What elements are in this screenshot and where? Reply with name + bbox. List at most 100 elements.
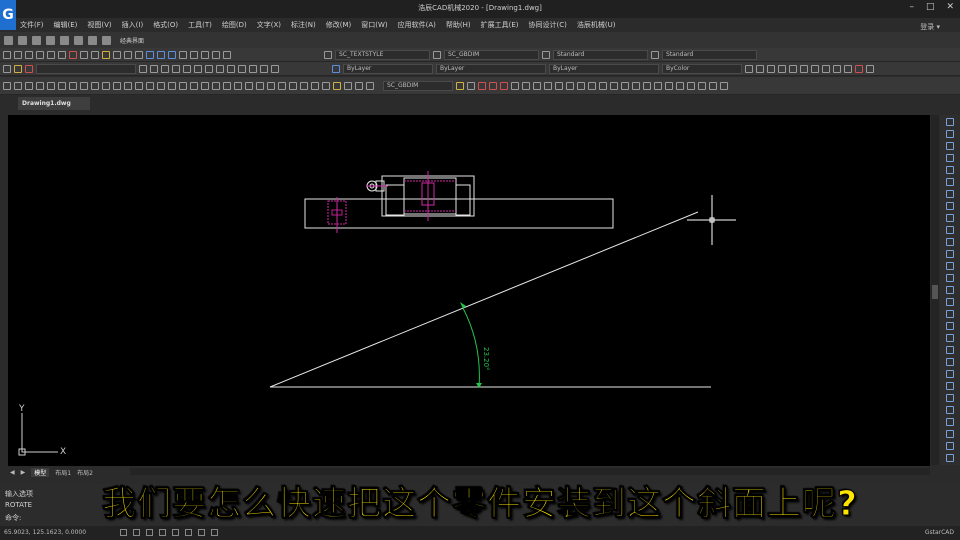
move-icon[interactable]: [522, 81, 530, 90]
modify-move-icon[interactable]: [946, 418, 954, 426]
modify-rotate-icon[interactable]: [946, 430, 954, 438]
ellipse-icon[interactable]: [102, 81, 110, 90]
scale-icon[interactable]: [544, 81, 552, 90]
massprop-icon[interactable]: [767, 64, 775, 73]
save-icon[interactable]: [25, 50, 33, 59]
copy-icon[interactable]: [80, 50, 88, 59]
modify-circle-icon[interactable]: [946, 190, 954, 198]
modify-rect-icon[interactable]: [946, 166, 954, 174]
revision-cloud-icon[interactable]: [80, 81, 88, 90]
zoom-previous-icon[interactable]: [168, 50, 176, 59]
chamfer-icon[interactable]: [610, 81, 618, 90]
layer-lock-icon[interactable]: [194, 64, 202, 73]
snap-midpoint-icon[interactable]: [654, 81, 662, 90]
menu-help[interactable]: 帮助(H): [446, 18, 471, 32]
modify-xline-icon[interactable]: [946, 130, 954, 138]
layer-previous-icon[interactable]: [150, 64, 158, 73]
modify-polygon-icon[interactable]: [946, 154, 954, 162]
rotate-icon[interactable]: [533, 81, 541, 90]
area-icon[interactable]: [756, 64, 764, 73]
calculator-icon[interactable]: [212, 50, 220, 59]
continue-icon[interactable]: [311, 81, 319, 90]
linetype-combo[interactable]: ByLayer: [436, 63, 546, 74]
break-icon[interactable]: [588, 81, 596, 90]
ordinate-icon[interactable]: [234, 81, 242, 90]
open-icon[interactable]: [14, 50, 22, 59]
paste-icon[interactable]: [91, 50, 99, 59]
pan-icon[interactable]: [135, 50, 143, 59]
polyline-icon[interactable]: [25, 81, 33, 90]
snap-endpoint-icon[interactable]: [643, 81, 651, 90]
save-as-icon[interactable]: [46, 35, 55, 45]
ortho-toggle-icon[interactable]: [146, 529, 153, 536]
minimize-icon[interactable]: –: [909, 2, 914, 12]
menu-file[interactable]: 文件(F): [20, 18, 44, 32]
dist-icon[interactable]: [745, 64, 753, 73]
modify-line-icon[interactable]: [946, 118, 954, 126]
layer-combo[interactable]: [36, 63, 136, 74]
layer-walk-icon[interactable]: [205, 64, 213, 73]
menu-dimension[interactable]: 标注(N): [291, 18, 316, 32]
polar-toggle-icon[interactable]: [159, 529, 166, 536]
undo-icon[interactable]: [113, 50, 121, 59]
modify-text-icon[interactable]: [946, 346, 954, 354]
model-toggle-icon[interactable]: [211, 529, 218, 536]
construction-line-icon[interactable]: [14, 81, 22, 90]
layer-manager-icon[interactable]: [3, 64, 11, 73]
aligned-dim-icon[interactable]: [212, 81, 220, 90]
text-style-combo[interactable]: SC_TEXTSTYLE: [335, 49, 430, 60]
angular-icon[interactable]: [278, 81, 286, 90]
layer-state-icon[interactable]: [14, 64, 22, 73]
zoom-window-icon[interactable]: [157, 50, 165, 59]
tab-nav-next-icon[interactable]: ▶: [21, 469, 26, 476]
print-icon[interactable]: [60, 35, 69, 45]
fillet-icon[interactable]: [621, 81, 629, 90]
design-center-icon[interactable]: [190, 50, 198, 59]
preview-icon[interactable]: [47, 50, 55, 59]
make-block-icon[interactable]: [124, 81, 132, 90]
region-icon[interactable]: [168, 81, 176, 90]
publish-icon[interactable]: [58, 50, 66, 59]
layer-copy-icon[interactable]: [260, 64, 268, 73]
xref-icon[interactable]: [855, 64, 863, 73]
image-icon[interactable]: [866, 64, 874, 73]
match-properties-icon[interactable]: [102, 50, 110, 59]
group-icon[interactable]: [822, 64, 830, 73]
polygon-icon[interactable]: [36, 81, 44, 90]
menu-draw[interactable]: 绘图(D): [222, 18, 247, 32]
block-icon[interactable]: [844, 64, 852, 73]
save-icon[interactable]: [32, 35, 41, 45]
color-combo[interactable]: ByLayer: [343, 63, 433, 74]
angle-dimension-arc[interactable]: [462, 307, 480, 388]
new-icon[interactable]: [3, 50, 11, 59]
undo-icon[interactable]: [74, 35, 83, 45]
maximize-icon[interactable]: □: [926, 2, 935, 12]
mtext-icon[interactable]: [190, 81, 198, 90]
offset-icon[interactable]: [500, 81, 508, 90]
linear-dim-icon[interactable]: [201, 81, 209, 90]
modify-ellipse-arc-icon[interactable]: [946, 238, 954, 246]
modify-gradient-icon[interactable]: [946, 298, 954, 306]
menu-window[interactable]: 窗口(W): [361, 18, 387, 32]
diameter-icon[interactable]: [267, 81, 275, 90]
new-file-icon[interactable]: [4, 35, 13, 45]
explode-icon[interactable]: [632, 81, 640, 90]
snap-nearest-icon[interactable]: [698, 81, 706, 90]
dim-edit-icon[interactable]: [355, 81, 363, 90]
menu-apps[interactable]: 应用软件(A): [398, 18, 436, 32]
erase-icon[interactable]: [467, 81, 475, 90]
layer-color-icon[interactable]: [332, 64, 340, 73]
list-icon[interactable]: [778, 64, 786, 73]
copy-object-icon[interactable]: [478, 81, 486, 90]
modify-hatch-icon[interactable]: [946, 286, 954, 294]
modify-copy-icon[interactable]: [946, 370, 954, 378]
spline-icon[interactable]: [91, 81, 99, 90]
print-icon[interactable]: [36, 50, 44, 59]
snap-settings-icon[interactable]: [720, 81, 728, 90]
layer-off-icon[interactable]: [183, 64, 191, 73]
modify-stretch-icon[interactable]: [946, 454, 954, 462]
baseline-icon[interactable]: [300, 81, 308, 90]
lineweight-combo[interactable]: ByLayer: [549, 63, 659, 74]
modify-erase-icon[interactable]: [946, 358, 954, 366]
modify-mtext-icon[interactable]: [946, 334, 954, 342]
